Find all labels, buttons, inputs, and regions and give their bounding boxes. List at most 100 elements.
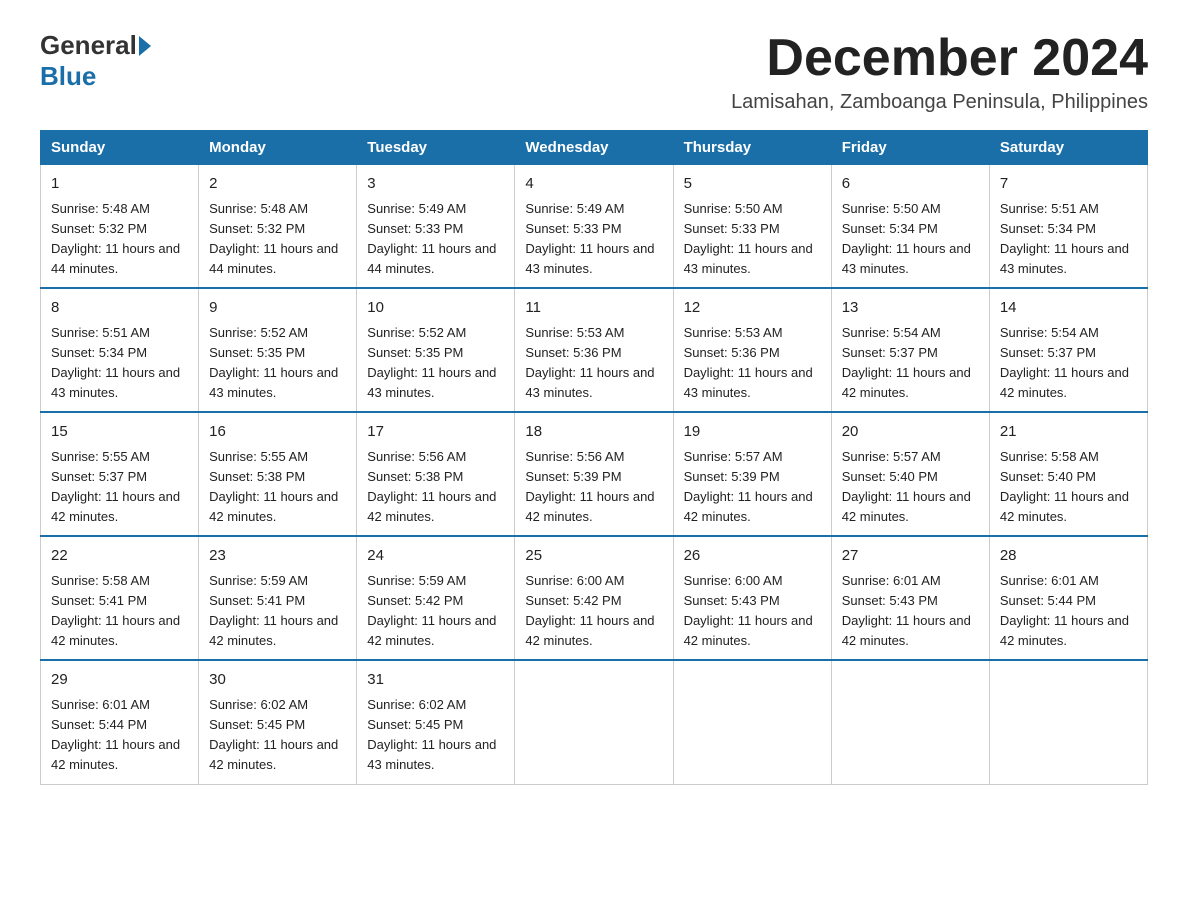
- day-info: Sunrise: 5:57 AMSunset: 5:40 PMDaylight:…: [842, 449, 971, 524]
- day-info: Sunrise: 5:52 AMSunset: 5:35 PMDaylight:…: [367, 325, 496, 400]
- day-info: Sunrise: 6:02 AMSunset: 5:45 PMDaylight:…: [209, 697, 338, 772]
- day-info: Sunrise: 5:53 AMSunset: 5:36 PMDaylight:…: [684, 325, 813, 400]
- day-info: Sunrise: 5:50 AMSunset: 5:33 PMDaylight:…: [684, 201, 813, 276]
- day-number: 1: [51, 173, 188, 196]
- logo-blue-text: Blue: [40, 61, 96, 91]
- table-row: 30Sunrise: 6:02 AMSunset: 5:45 PMDayligh…: [199, 660, 357, 784]
- day-number: 18: [525, 421, 662, 444]
- day-number: 27: [842, 545, 979, 568]
- day-number: 20: [842, 421, 979, 444]
- table-row: 29 Sunrise: 6:01 AMSunset: 5:44 PMDayligh…: [41, 660, 199, 784]
- header-saturday: Saturday: [989, 131, 1147, 165]
- day-info: Sunrise: 5:58 AMSunset: 5:40 PMDaylight:…: [1000, 449, 1129, 524]
- table-row: 3 Sunrise: 5:49 AMSunset: 5:33 PMDaylight…: [357, 165, 515, 289]
- table-row: 16 Sunrise: 5:55 AMSunset: 5:38 PMDayligh…: [199, 412, 357, 536]
- table-row: 19 Sunrise: 5:57 AMSunset: 5:39 PMDayligh…: [673, 412, 831, 536]
- day-info: Sunrise: 5:56 AMSunset: 5:38 PMDaylight:…: [367, 449, 496, 524]
- table-row: 4 Sunrise: 5:49 AMSunset: 5:33 PMDaylight…: [515, 165, 673, 289]
- logo: General Blue: [40, 30, 153, 92]
- day-info: Sunrise: 5:48 AMSunset: 5:32 PMDaylight:…: [51, 201, 180, 276]
- day-info: Sunrise: 6:01 AMSunset: 5:44 PMDaylight:…: [51, 697, 180, 772]
- day-number: 19: [684, 421, 821, 444]
- day-number: 11: [525, 297, 662, 320]
- header-tuesday: Tuesday: [357, 131, 515, 165]
- day-info: Sunrise: 5:56 AMSunset: 5:39 PMDaylight:…: [525, 449, 654, 524]
- day-info: Sunrise: 5:54 AMSunset: 5:37 PMDaylight:…: [1000, 325, 1129, 400]
- day-number: 10: [367, 297, 504, 320]
- day-number: 24: [367, 545, 504, 568]
- table-row: 23Sunrise: 5:59 AMSunset: 5:41 PMDayligh…: [199, 536, 357, 660]
- day-info: Sunrise: 5:51 AMSunset: 5:34 PMDaylight:…: [1000, 201, 1129, 276]
- day-info: Sunrise: 5:49 AMSunset: 5:33 PMDaylight:…: [525, 201, 654, 276]
- day-info: Sunrise: 5:54 AMSunset: 5:37 PMDaylight:…: [842, 325, 971, 400]
- table-row: 2 Sunrise: 5:48 AMSunset: 5:32 PMDaylight…: [199, 165, 357, 289]
- table-row: 31 Sunrise: 6:02 AMSunset: 5:45 PMDayligh…: [357, 660, 515, 784]
- table-row: 8 Sunrise: 5:51 AMSunset: 5:34 PMDaylight…: [41, 288, 199, 412]
- table-row: [515, 660, 673, 784]
- week-row-3: 15 Sunrise: 5:55 AMSunset: 5:37 PMDayligh…: [41, 412, 1148, 536]
- day-info: Sunrise: 5:48 AMSunset: 5:32 PMDaylight:…: [209, 201, 338, 276]
- day-number: 3: [367, 173, 504, 196]
- day-number: 31: [367, 669, 504, 692]
- day-number: 16: [209, 421, 346, 444]
- table-row: 10 Sunrise: 5:52 AMSunset: 5:35 PMDayligh…: [357, 288, 515, 412]
- day-number: 13: [842, 297, 979, 320]
- table-row: 17 Sunrise: 5:56 AMSunset: 5:38 PMDayligh…: [357, 412, 515, 536]
- day-number: 14: [1000, 297, 1137, 320]
- day-number: 28: [1000, 545, 1137, 568]
- table-row: 22Sunrise: 5:58 AMSunset: 5:41 PMDayligh…: [41, 536, 199, 660]
- day-number: 25: [525, 545, 662, 568]
- day-number: 2: [209, 173, 346, 196]
- day-number: 15: [51, 421, 188, 444]
- location-title: Lamisahan, Zamboanga Peninsula, Philippi…: [731, 91, 1148, 114]
- header-monday: Monday: [199, 131, 357, 165]
- day-info: Sunrise: 5:51 AMSunset: 5:34 PMDaylight:…: [51, 325, 180, 400]
- day-info: Sunrise: 6:01 AMSunset: 5:43 PMDaylight:…: [842, 573, 971, 648]
- header-friday: Friday: [831, 131, 989, 165]
- day-number: 29: [51, 669, 188, 692]
- table-row: 12Sunrise: 5:53 AMSunset: 5:36 PMDayligh…: [673, 288, 831, 412]
- day-number: 5: [684, 173, 821, 196]
- day-number: 21: [1000, 421, 1137, 444]
- day-info: Sunrise: 5:50 AMSunset: 5:34 PMDaylight:…: [842, 201, 971, 276]
- month-title: December 2024: [731, 30, 1148, 87]
- week-row-4: 22Sunrise: 5:58 AMSunset: 5:41 PMDayligh…: [41, 536, 1148, 660]
- day-info: Sunrise: 6:01 AMSunset: 5:44 PMDaylight:…: [1000, 573, 1129, 648]
- table-row: 27 Sunrise: 6:01 AMSunset: 5:43 PMDayligh…: [831, 536, 989, 660]
- day-number: 7: [1000, 173, 1137, 196]
- table-row: 11 Sunrise: 5:53 AMSunset: 5:36 PMDayligh…: [515, 288, 673, 412]
- day-number: 6: [842, 173, 979, 196]
- calendar-table: SundayMondayTuesdayWednesdayThursdayFrid…: [40, 130, 1148, 784]
- week-row-5: 29 Sunrise: 6:01 AMSunset: 5:44 PMDayligh…: [41, 660, 1148, 784]
- table-row: 20 Sunrise: 5:57 AMSunset: 5:40 PMDayligh…: [831, 412, 989, 536]
- day-info: Sunrise: 5:57 AMSunset: 5:39 PMDaylight:…: [684, 449, 813, 524]
- table-row: [673, 660, 831, 784]
- logo-arrow-icon: [139, 36, 151, 56]
- logo-general-text: General: [40, 30, 137, 61]
- header-wednesday: Wednesday: [515, 131, 673, 165]
- table-row: 9Sunrise: 5:52 AMSunset: 5:35 PMDaylight…: [199, 288, 357, 412]
- day-info: Sunrise: 5:58 AMSunset: 5:41 PMDaylight:…: [51, 573, 180, 648]
- day-number: 8: [51, 297, 188, 320]
- day-info: Sunrise: 5:55 AMSunset: 5:38 PMDaylight:…: [209, 449, 338, 524]
- day-info: Sunrise: 5:49 AMSunset: 5:33 PMDaylight:…: [367, 201, 496, 276]
- table-row: 6 Sunrise: 5:50 AMSunset: 5:34 PMDaylight…: [831, 165, 989, 289]
- day-info: Sunrise: 6:02 AMSunset: 5:45 PMDaylight:…: [367, 697, 496, 772]
- day-info: Sunrise: 5:55 AMSunset: 5:37 PMDaylight:…: [51, 449, 180, 524]
- day-info: Sunrise: 6:00 AMSunset: 5:42 PMDaylight:…: [525, 573, 654, 648]
- day-info: Sunrise: 5:59 AMSunset: 5:42 PMDaylight:…: [367, 573, 496, 648]
- table-row: [831, 660, 989, 784]
- day-number: 26: [684, 545, 821, 568]
- day-number: 4: [525, 173, 662, 196]
- day-number: 17: [367, 421, 504, 444]
- day-number: 23: [209, 545, 346, 568]
- table-row: 28 Sunrise: 6:01 AMSunset: 5:44 PMDayligh…: [989, 536, 1147, 660]
- table-row: 1 Sunrise: 5:48 AMSunset: 5:32 PMDaylight…: [41, 165, 199, 289]
- week-row-2: 8 Sunrise: 5:51 AMSunset: 5:34 PMDaylight…: [41, 288, 1148, 412]
- header-row: SundayMondayTuesdayWednesdayThursdayFrid…: [41, 131, 1148, 165]
- header-sunday: Sunday: [41, 131, 199, 165]
- table-row: 24 Sunrise: 5:59 AMSunset: 5:42 PMDayligh…: [357, 536, 515, 660]
- page-header: General Blue December 2024 Lamisahan, Za…: [40, 30, 1148, 114]
- table-row: 15 Sunrise: 5:55 AMSunset: 5:37 PMDayligh…: [41, 412, 199, 536]
- day-info: Sunrise: 5:53 AMSunset: 5:36 PMDaylight:…: [525, 325, 654, 400]
